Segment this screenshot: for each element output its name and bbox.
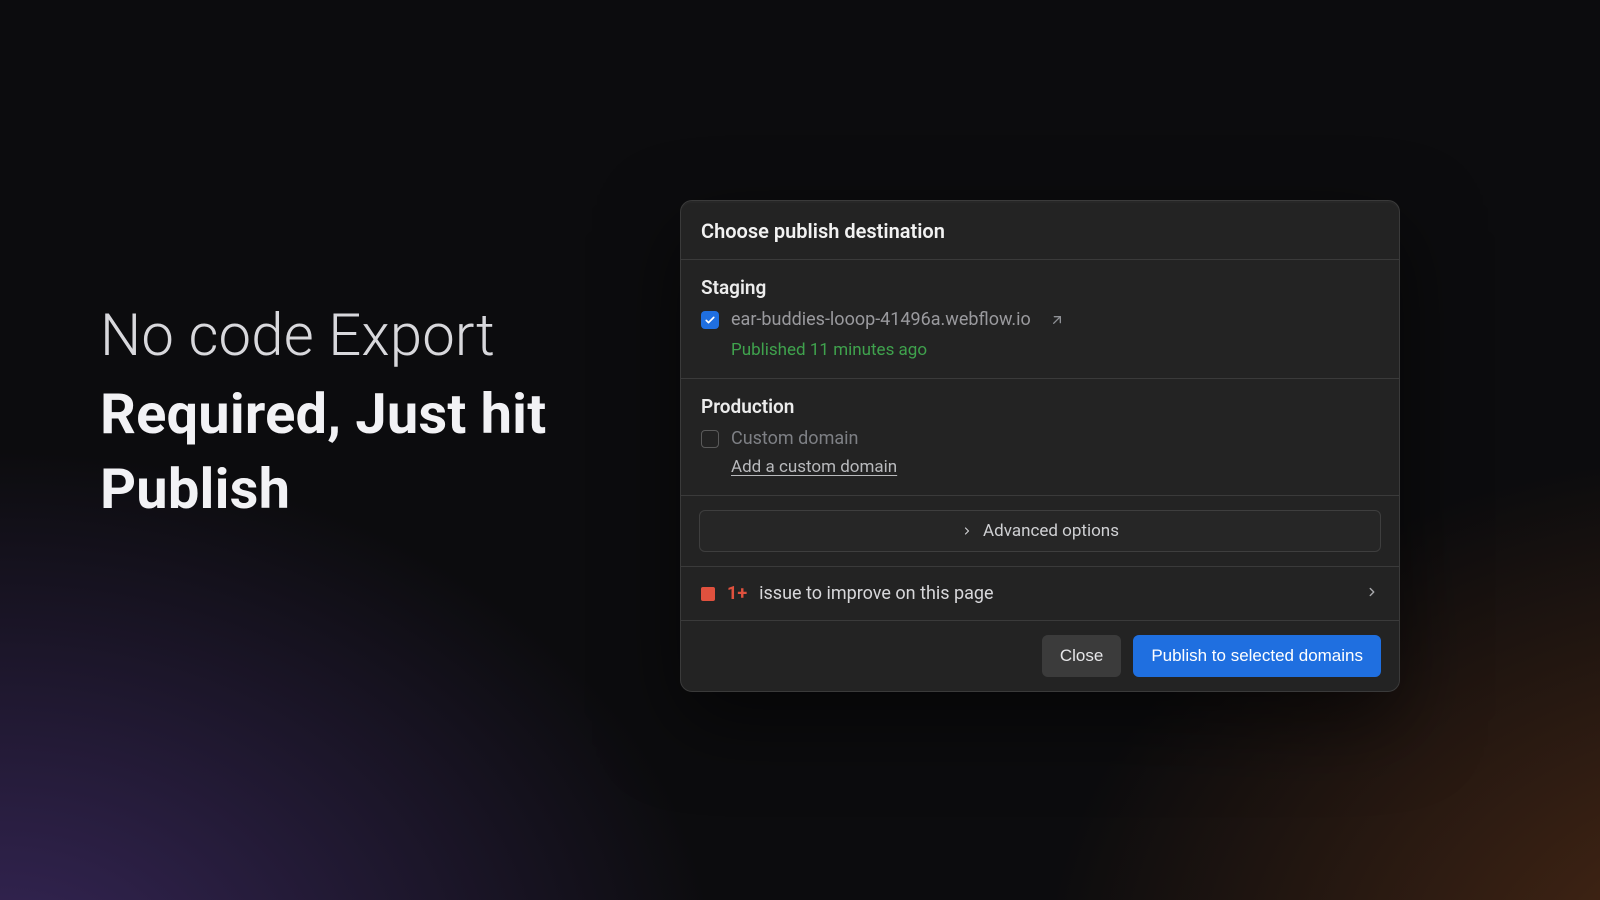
staging-section: Staging ear-buddies-looop-41496a.webflow…	[681, 260, 1399, 379]
production-section: Production Custom domain Add a custom do…	[681, 379, 1399, 496]
dialog-title: Choose publish destination	[681, 201, 1399, 260]
issue-count: 1+	[727, 583, 747, 604]
add-custom-domain-link[interactable]: Add a custom domain	[731, 457, 1379, 477]
production-heading: Production	[701, 395, 1379, 418]
chevron-right-icon	[1365, 584, 1379, 603]
advanced-options-label: Advanced options	[983, 521, 1119, 541]
advanced-options-wrap: Advanced options	[681, 496, 1399, 567]
hero-text: No code Export Required, Just hit Publis…	[100, 300, 620, 528]
external-link-icon[interactable]	[1049, 312, 1065, 328]
publish-button[interactable]: Publish to selected domains	[1133, 635, 1381, 677]
dialog-footer: Close Publish to selected domains	[681, 621, 1399, 691]
staging-checkbox[interactable]	[701, 311, 719, 329]
issue-text: issue to improve on this page	[759, 583, 993, 604]
production-checkbox[interactable]	[701, 430, 719, 448]
hero-line-1: No code Export	[100, 300, 620, 373]
check-icon	[704, 314, 716, 326]
staging-published-status: Published 11 minutes ago	[731, 340, 1379, 360]
chevron-right-icon	[961, 522, 973, 541]
issue-indicator-icon	[701, 587, 715, 601]
staging-domain: ear-buddies-looop-41496a.webflow.io	[731, 309, 1031, 330]
hero-line-2: Required, Just hit Publish	[100, 377, 620, 528]
staging-heading: Staging	[701, 276, 1379, 299]
custom-domain-label: Custom domain	[731, 428, 858, 449]
close-button[interactable]: Close	[1042, 635, 1121, 677]
issues-row[interactable]: 1+ issue to improve on this page	[681, 567, 1399, 621]
advanced-options-button[interactable]: Advanced options	[699, 510, 1381, 552]
publish-dialog: Choose publish destination Staging ear-b…	[680, 200, 1400, 692]
staging-domain-row: ear-buddies-looop-41496a.webflow.io	[701, 309, 1379, 330]
production-domain-row: Custom domain	[701, 428, 1379, 449]
